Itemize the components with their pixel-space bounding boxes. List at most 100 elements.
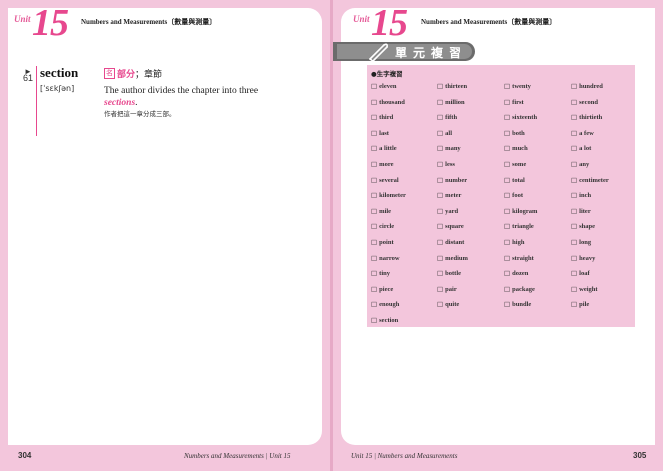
word-text: twenty: [512, 83, 531, 90]
checkbox-icon: □: [437, 253, 444, 262]
checkbox-icon: □: [571, 144, 578, 153]
word-text: weight: [579, 285, 598, 293]
word-text: a lot: [579, 145, 592, 153]
word-item: □ distant: [437, 238, 464, 246]
word-text: quite: [445, 301, 460, 309]
word-item: □ hundred: [571, 82, 603, 90]
word-text: more: [379, 161, 394, 168]
checkbox-icon: □: [437, 82, 444, 90]
word-text: last: [379, 129, 389, 137]
checkbox-icon: □: [437, 222, 444, 231]
word-item: □ dozen: [504, 269, 528, 277]
word-item: □ number: [437, 176, 467, 184]
word-text: all: [445, 129, 453, 137]
word-text: foot: [512, 192, 523, 200]
word-text: fifth: [445, 114, 458, 122]
word-text: distant: [445, 239, 465, 246]
checkbox-icon: □: [571, 206, 578, 215]
checkbox-icon: □: [571, 128, 578, 137]
pencil-icon: [369, 43, 388, 62]
checkbox-icon: □: [504, 82, 511, 90]
word-item: □ narrow: [371, 254, 400, 262]
checkbox-icon: □: [371, 113, 378, 122]
word-item: □ bottle: [437, 269, 461, 277]
word-item: □ more: [371, 160, 393, 168]
word-text: second: [579, 98, 598, 106]
unit-number: 15: [371, 2, 408, 44]
checkbox-icon: □: [371, 269, 378, 278]
checkbox-icon: □: [571, 160, 578, 168]
word-text: hundred: [579, 83, 603, 90]
word-text: inch: [579, 192, 592, 200]
meaning-rest: ；章節: [135, 70, 163, 80]
word-item: □ liter: [571, 207, 591, 215]
word-item: □ section: [371, 316, 398, 324]
word-item: □ high: [504, 238, 524, 246]
word-item: □ first: [504, 98, 524, 106]
unit-label: Unit: [14, 14, 31, 24]
word-text: both: [512, 129, 525, 137]
word-item: □ yard: [437, 207, 458, 215]
word-text: mile: [379, 207, 392, 215]
word-item: □ bundle: [504, 300, 531, 308]
checkbox-icon: □: [437, 113, 444, 122]
checkbox-icon: □: [437, 128, 444, 137]
entry-divider: [36, 66, 37, 136]
word-text: some: [512, 161, 527, 168]
checkbox-icon: □: [437, 300, 444, 309]
checkbox-icon: □: [371, 316, 378, 324]
word-item: □ all: [437, 129, 452, 137]
checkbox-icon: □: [504, 238, 511, 246]
checkbox-icon: □: [504, 253, 511, 262]
word-item: □ piece: [371, 285, 393, 293]
checkbox-icon: □: [504, 284, 511, 293]
word-text: thirtieth: [579, 114, 603, 122]
word-item: □ less: [437, 160, 455, 168]
word-text: less: [445, 161, 455, 168]
word-text: several: [379, 176, 399, 184]
word-text: enough: [379, 301, 400, 309]
unit-number: 15: [32, 2, 69, 44]
word-text: high: [512, 239, 525, 246]
word-text: meter: [445, 192, 462, 200]
example-sentence: The author divides the chapter into thre…: [104, 85, 258, 109]
checkbox-icon: □: [571, 269, 578, 278]
checkbox-icon: □: [504, 113, 511, 122]
word-text: centimeter: [579, 176, 609, 184]
word-text: long: [579, 239, 592, 246]
word-item: □ fifth: [437, 113, 457, 121]
word-text: narrow: [379, 254, 400, 262]
page-number: 305: [633, 451, 647, 460]
word-text: point: [379, 239, 394, 246]
example-before: The author divides the chapter into thre…: [104, 86, 259, 96]
example-highlight: sections: [104, 98, 136, 108]
checkbox-icon: □: [571, 82, 578, 90]
word-item: □ last: [371, 129, 389, 137]
checkbox-icon: □: [571, 113, 578, 122]
word-text: tiny: [379, 270, 390, 278]
word-item: □ sixteenth: [504, 113, 537, 121]
page-number: 304: [18, 451, 32, 460]
word-item: □ million: [437, 98, 465, 106]
word-item: □ much: [504, 144, 528, 152]
word-review-box: ●生字複習 □ eleven □ thirteen □ twenty □ hundred □ th…: [367, 65, 635, 327]
checkbox-icon: □: [371, 144, 378, 153]
checkbox-icon: □: [571, 97, 578, 106]
word-item: □ long: [571, 238, 591, 246]
checkbox-icon: □: [571, 191, 578, 200]
left-page: Unit 15 Numbers and Measurements〔數量與測量〕 …: [0, 0, 330, 471]
word-text: dozen: [512, 270, 529, 278]
word-item: □ inch: [571, 191, 591, 199]
word-text: kilometer: [379, 192, 406, 200]
example-translation: 作者把這一章分成三部。: [104, 110, 176, 118]
word-item: □ point: [371, 238, 394, 246]
word-text: thousand: [379, 98, 405, 106]
checkbox-icon: □: [571, 284, 578, 293]
review-title: 單元複習: [395, 46, 468, 60]
word-text: section: [379, 317, 399, 324]
checkbox-icon: □: [371, 128, 378, 137]
unit-label: Unit: [353, 14, 370, 24]
word-item: □ a little: [371, 144, 397, 152]
checkbox-icon: □: [371, 238, 378, 246]
word-item: □ weight: [571, 285, 598, 293]
